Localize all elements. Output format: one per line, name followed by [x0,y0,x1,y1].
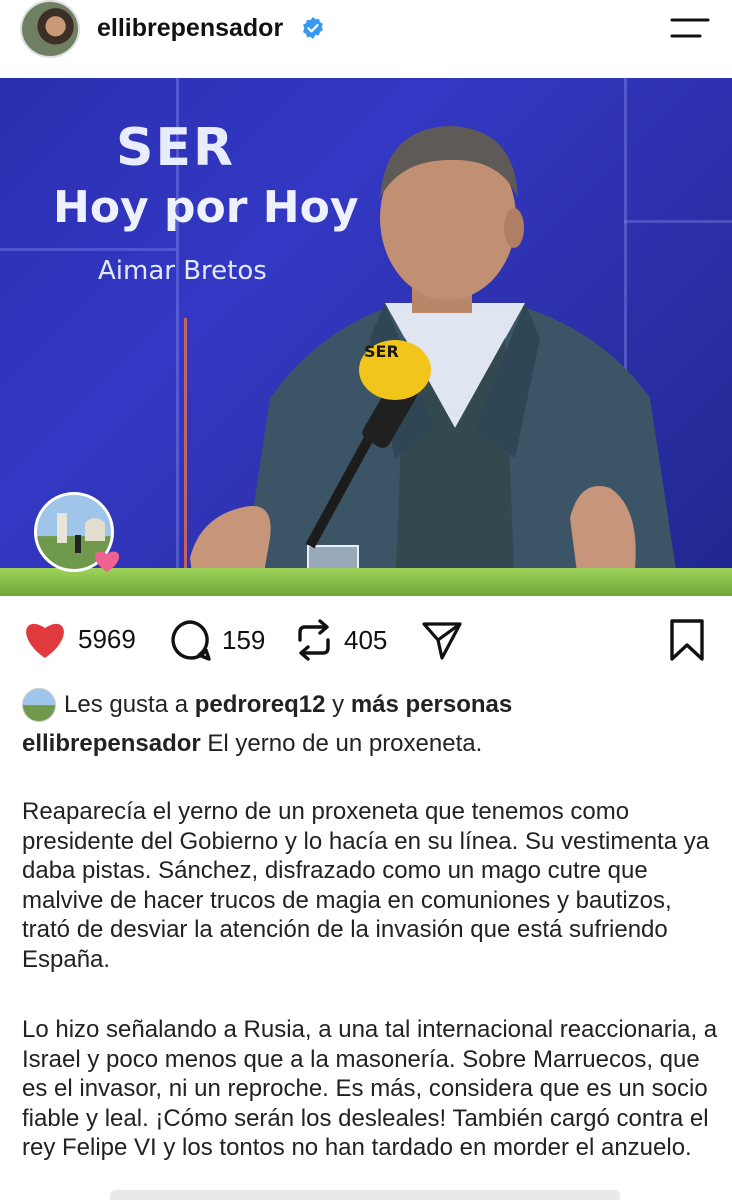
caption-headline: ellibrepensador El yerno de un proxeneta… [22,730,482,758]
bottom-sheet-edge [110,1190,620,1200]
comment-bubble-icon[interactable] [168,618,212,662]
post-header: ellibrepensador [0,0,732,78]
post-actions-bar: 5969 159 405 [0,598,732,684]
liked-by-line: Les gusta a pedroreq12 y más personas [22,688,512,722]
microphone-logo: SER [364,342,399,361]
studio-panel-divider [0,248,176,251]
heart-icon[interactable] [22,618,68,660]
likes-joiner: y [332,691,345,718]
caption-paragraph-2: Lo hizo señalando a Rusia, a una tal int… [22,1016,718,1161]
caption-author[interactable]: ellibrepensador [22,730,201,757]
author-avatar[interactable] [20,0,80,58]
caption-title-text: El yerno de un proxeneta. [207,730,483,757]
comment-action[interactable]: 159 [168,618,265,662]
author-username[interactable]: ellibrepensador [97,14,283,43]
liker-username[interactable]: pedroreq12 [195,691,326,719]
like-count: 5969 [78,623,136,654]
more-likers-link[interactable]: más personas [351,691,512,719]
repost-count: 405 [344,624,388,655]
like-action[interactable]: 5969 [22,618,136,660]
speaker-figure [190,126,680,596]
likes-prefix: Les gusta a [64,691,189,718]
verified-badge-icon [303,17,323,39]
post-video[interactable]: SER Hoy por Hoy Aimar Bretos SER [0,78,732,596]
comment-count: 159 [222,624,266,655]
bookmark-icon[interactable] [668,618,706,662]
heart-sticker-icon [94,551,120,572]
hamburger-icon[interactable] [670,16,710,40]
save-action[interactable] [668,618,706,662]
repost-icon[interactable] [294,618,334,662]
send-icon[interactable] [420,618,464,662]
repost-action[interactable]: 405 [294,618,387,662]
liker-avatar[interactable] [22,688,56,722]
caption-paragraph-1: Reaparecía el yerno de un proxeneta que … [22,798,710,973]
share-action[interactable] [420,618,464,662]
